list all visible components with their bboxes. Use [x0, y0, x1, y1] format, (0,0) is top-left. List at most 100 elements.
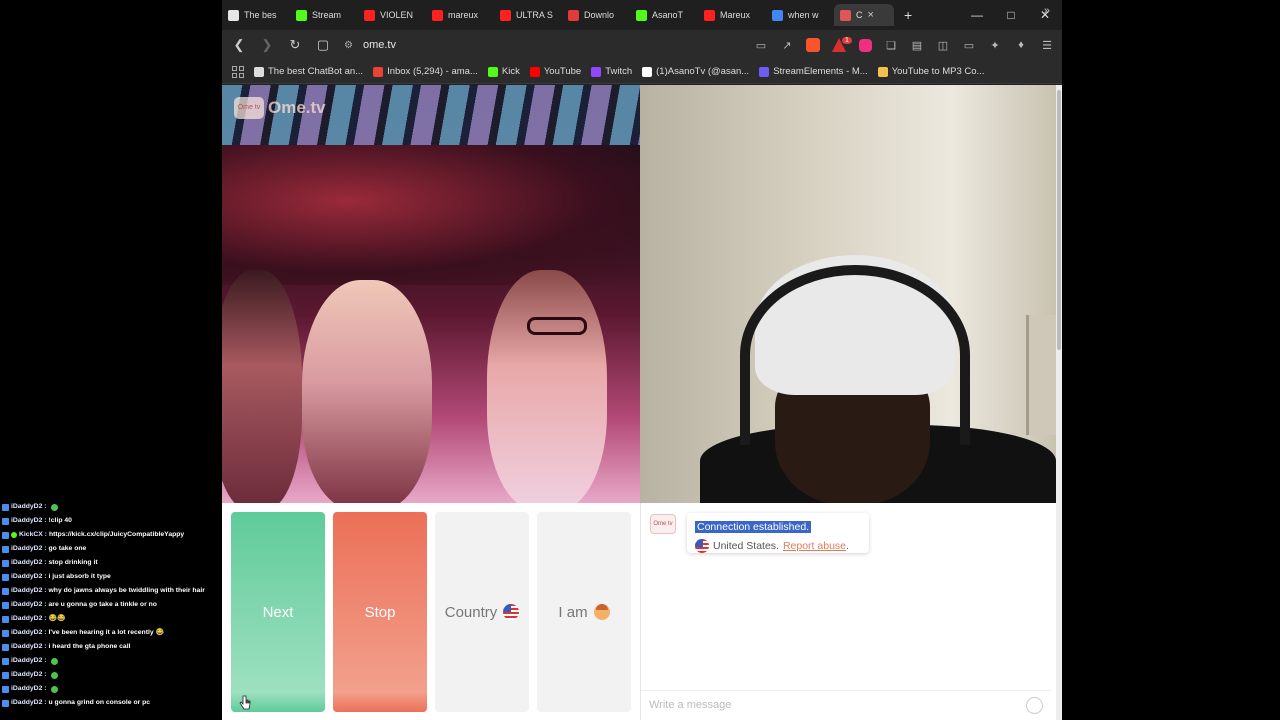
chat-username: iDaddyD2 :	[11, 573, 47, 580]
hand-cursor-icon	[239, 695, 251, 710]
extensions-icon[interactable]: ❏	[880, 34, 902, 56]
bookmark-icon[interactable]: ▢	[312, 34, 334, 56]
tab-label: Downlo	[584, 10, 615, 20]
bookmark-label: Inbox (5,294) - ama...	[387, 66, 478, 77]
kick-icon	[11, 532, 17, 538]
stream-chat-message: iDaddyD2 : are u gonna go take a tinkle o…	[0, 598, 222, 612]
location-text: United States.	[713, 540, 779, 552]
platform-icon	[2, 685, 9, 693]
browser-tab[interactable]: Stream	[290, 4, 358, 26]
bookmark-favicon-icon	[877, 66, 888, 77]
tab-favicon-icon	[840, 9, 851, 21]
browser-tab[interactable]: ULTRA S	[494, 4, 562, 26]
vpn-icon[interactable]	[854, 34, 876, 56]
report-abuse-link[interactable]: Report abuse	[783, 540, 846, 552]
system-message: Connection established. United States. R…	[687, 513, 869, 553]
bookmark-favicon-icon	[487, 66, 498, 77]
close-tab-icon[interactable]: ×	[868, 9, 874, 21]
tab-label: Stream	[312, 10, 342, 20]
bookmark-item[interactable]: Inbox (5,294) - ama...	[373, 66, 478, 77]
stream-chat-message: iDaddyD2 : I've been hearing it a lot rec…	[0, 626, 222, 640]
browser-tab[interactable]: mareux	[426, 4, 494, 26]
back-icon[interactable]: ❮	[228, 34, 250, 56]
chat-username: iDaddyD2 :	[11, 503, 47, 510]
menu-icon[interactable]: ☰	[1036, 34, 1058, 56]
sidebar-icon[interactable]: ◫	[932, 34, 954, 56]
chat-username: iDaddyD2 :	[11, 545, 47, 552]
bookmark-item[interactable]: Twitch	[591, 66, 632, 77]
chat-username: iDaddyD2 :	[11, 587, 47, 594]
tab-label: mareux	[448, 10, 479, 20]
maximize-icon[interactable]: □	[994, 0, 1028, 30]
chat-username: iDaddyD2 :	[11, 601, 47, 608]
bookmark-item[interactable]: StreamElements - M...	[759, 66, 868, 77]
browser-tab[interactable]: The bes	[222, 4, 290, 26]
browser-tab[interactable]: Mareux	[698, 4, 766, 26]
more-bookmarks-icon[interactable]: »	[1044, 5, 1050, 17]
forward-icon[interactable]: ❯	[256, 34, 278, 56]
reload-icon[interactable]: ↻	[284, 34, 306, 56]
toolbar-right: ▭ ↗ 1 ❏ ▤ ◫ ▭ ✦ ♦ ☰	[750, 30, 1058, 60]
tab-label: ULTRA S	[516, 10, 553, 20]
chat-username: iDaddyD2 :	[11, 671, 47, 678]
cast-icon[interactable]: ▭	[750, 34, 772, 56]
tab-label: Mareux	[720, 10, 751, 20]
chat-text: why do jawns always be twiddling with th…	[48, 587, 205, 594]
platform-icon	[2, 559, 9, 567]
site-settings-icon[interactable]: ⚙	[344, 40, 353, 51]
bookmark-item[interactable]: YouTube to MP3 Co...	[877, 66, 985, 77]
stream-chat-message: iDaddyD2 :i just absorb it type	[0, 570, 222, 584]
stream-chat-message: KickCX : https://kick.cx/clip/JuicyCompat…	[0, 528, 222, 542]
country-button[interactable]: Country	[435, 512, 529, 712]
share-icon[interactable]: ↗	[776, 34, 798, 56]
url-text: ome.tv	[362, 39, 396, 51]
minimize-icon[interactable]: —	[960, 0, 994, 30]
bookmark-item[interactable]: Kick	[487, 66, 520, 77]
stop-button[interactable]: Stop	[333, 512, 427, 712]
bookmark-item[interactable]: (1)AsanoTv (@asan...	[642, 66, 749, 77]
emoji-icon[interactable]	[1026, 697, 1043, 714]
browser-tab[interactable]: Downlo	[562, 4, 630, 26]
message-input[interactable]	[641, 691, 1001, 719]
platform-icon	[2, 643, 9, 651]
emote-icon	[50, 503, 58, 511]
tab-label: when w	[788, 10, 819, 20]
chat-username: iDaddyD2 :	[11, 629, 47, 636]
wallet-icon[interactable]: ▭	[958, 34, 980, 56]
chat-username: iDaddyD2 :	[11, 657, 47, 664]
bookmark-item[interactable]: YouTube	[529, 66, 581, 77]
brave-rewards-icon[interactable]: 1	[828, 34, 852, 56]
us-flag-icon	[503, 604, 520, 620]
browser-tab[interactable]: AsanoT	[630, 4, 698, 26]
apps-icon[interactable]	[232, 65, 244, 78]
stream-chat-message: iDaddyD2 : 😂😂	[0, 612, 222, 626]
platform-icon	[2, 629, 9, 637]
platform-icon	[2, 699, 9, 707]
brave-shields-icon[interactable]	[802, 34, 824, 56]
stop-label: Stop	[364, 603, 396, 621]
new-tab-icon[interactable]: +	[904, 7, 912, 23]
url-field[interactable]: ⚙ ome.tv	[344, 39, 396, 51]
chat-text: 😂😂	[48, 615, 66, 622]
i-am-button[interactable]: I am	[537, 512, 631, 712]
platform-icon	[2, 671, 9, 679]
next-button[interactable]: Next	[231, 512, 325, 712]
browser-tab[interactable]: C ×	[834, 4, 894, 26]
platform-icon	[2, 615, 9, 623]
bookmark-label: StreamElements - M...	[773, 66, 868, 77]
bookmark-item[interactable]: The best ChatBot an...	[254, 66, 363, 77]
tab-label: VIOLEN	[380, 10, 414, 20]
logo-text: Ome.tv	[268, 98, 326, 117]
browser-tab[interactable]: VIOLEN	[358, 4, 426, 26]
stream-chat-overlay: iDaddyD2 : iDaddyD2 : !clip 40 KickCX : http…	[0, 500, 222, 720]
chat-text: i just absorb it type	[48, 573, 111, 580]
bookmark-favicon-icon	[642, 66, 653, 77]
page-scrollbar[interactable]	[1056, 85, 1062, 720]
browser-tab[interactable]: when w	[766, 4, 834, 26]
emote-icon	[50, 657, 58, 665]
stream-chat-message: iDaddyD2 :	[0, 682, 222, 696]
leo-icon[interactable]: ✦	[984, 34, 1006, 56]
bookmark-label: YouTube to MP3 Co...	[891, 66, 985, 77]
media-icon[interactable]: ▤	[906, 34, 928, 56]
shield-icon[interactable]: ♦	[1010, 34, 1032, 56]
